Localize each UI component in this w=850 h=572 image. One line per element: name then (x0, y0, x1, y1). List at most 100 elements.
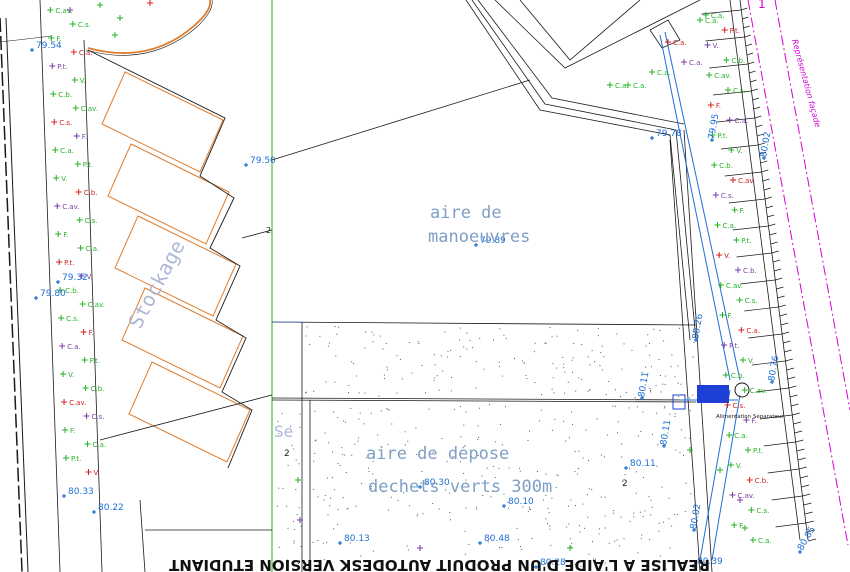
separator-unit (697, 385, 729, 403)
svg-text:P.t.: P.t. (64, 259, 74, 267)
svg-text:C.s.: C.s. (733, 87, 746, 95)
elevation-marker-icon (30, 48, 34, 52)
elevation-marker-icon (56, 280, 60, 284)
svg-text:C.s.: C.s. (92, 413, 105, 421)
svg-text:C.a.: C.a. (734, 432, 748, 440)
site-plan-drawing: C.av.C.s.F.C.a.P.t.V.C.b.C.av.C.s.F.C.a.… (0, 0, 850, 572)
elevation-label: 79.54 (36, 41, 62, 51)
svg-text:F.: F. (70, 427, 75, 435)
partial-label-2: 2 (284, 449, 290, 459)
svg-text:C.a.: C.a. (86, 245, 100, 253)
svg-text:C.av.: C.av. (750, 387, 767, 395)
depose-exponent: 2 (622, 479, 628, 489)
elevation-marker-icon (92, 510, 96, 514)
svg-text:C.a.: C.a. (758, 537, 772, 545)
svg-text:C.b.: C.b. (755, 477, 769, 485)
svg-text:C.av.: C.av. (88, 301, 105, 309)
elevation-label: 80.11 (637, 371, 651, 398)
red-number: 1 (758, 0, 766, 11)
svg-text:F.: F. (740, 207, 745, 215)
svg-text:V.: V. (736, 462, 742, 470)
svg-text:C.b.: C.b. (731, 372, 745, 380)
elevation-label: 79.78 (656, 129, 682, 139)
svg-text:C.a.: C.a. (689, 59, 703, 67)
svg-text:C.a.: C.a. (79, 49, 93, 57)
elevation-label: 80.33 (68, 487, 94, 497)
tree-arc (87, 0, 212, 54)
svg-text:C.a.: C.a. (615, 82, 629, 90)
svg-text:C.a.: C.a. (93, 441, 107, 449)
elevation-label: 80.02 (759, 131, 773, 158)
svg-text:C.b.: C.b. (65, 287, 79, 295)
svg-text:C.a.: C.a. (60, 147, 74, 155)
svg-text:V.: V. (713, 42, 719, 50)
elevation-marker-icon (650, 136, 654, 140)
svg-text:C.a.: C.a. (705, 17, 719, 25)
svg-text:C.av.: C.av. (62, 203, 79, 211)
svg-text:C.av.: C.av. (714, 72, 731, 80)
svg-text:C.b.: C.b. (58, 91, 72, 99)
elevation-label: 79.50 (250, 156, 276, 166)
svg-text:P.t.: P.t. (71, 455, 81, 463)
svg-text:P.t.: P.t. (730, 27, 740, 35)
elevation-marker-icon (502, 504, 506, 508)
svg-text:2: 2 (266, 226, 271, 235)
elevation-marker-icon (62, 494, 66, 498)
svg-text:C.s.: C.s. (745, 297, 758, 305)
svg-text:V.: V. (748, 357, 754, 365)
svg-text:V.: V. (68, 371, 74, 379)
depose-label-line1: aire de dépose (366, 444, 509, 464)
svg-text:C.b.: C.b. (84, 189, 98, 197)
elevation-label: 80.02 (689, 503, 703, 530)
alimentation-label: Alimentation Séparateur (716, 413, 784, 420)
svg-text:F.: F. (89, 329, 94, 337)
elevation-label: 80.11 (659, 419, 673, 446)
svg-text:P.t.: P.t. (741, 237, 751, 245)
svg-text:C.s.: C.s. (66, 315, 79, 323)
svg-text:P.t.: P.t. (83, 161, 93, 169)
svg-text:F.: F. (739, 522, 744, 530)
svg-text:C.b.: C.b. (731, 57, 745, 65)
svg-text:C.s.: C.s. (756, 507, 769, 515)
elevation-label: 80.13 (344, 534, 370, 544)
elevation-marker-icon (478, 541, 482, 545)
svg-text:C.a.: C.a. (673, 39, 687, 47)
svg-text:V.: V. (94, 469, 100, 477)
elevation-label: 80.22 (98, 503, 124, 513)
elevation-label: 79.80 (40, 289, 66, 299)
svg-text:P.t.: P.t. (57, 63, 67, 71)
elevation-label: 79.32 (62, 273, 88, 283)
svg-text:F.: F. (63, 231, 68, 239)
svg-text:C.a.: C.a. (735, 117, 749, 125)
drainage-network (659, 31, 741, 561)
elevation-marker-icon (34, 296, 38, 300)
svg-text:C.s.: C.s. (733, 402, 746, 410)
depose-label-line2: dechets verts 300m (368, 477, 552, 497)
svg-text:C.a.: C.a. (723, 222, 737, 230)
facade-line (747, 0, 850, 546)
elevation-label: 80.11 (630, 459, 656, 469)
autodesk-watermark: REALISE A L'AIDE D'UN PRODUIT AUTODESK V… (168, 556, 710, 572)
svg-text:C.s.: C.s. (59, 119, 72, 127)
svg-text:C.a.: C.a. (633, 82, 647, 90)
svg-text:C.a.: C.a. (746, 327, 760, 335)
svg-text:C.s.: C.s. (721, 192, 734, 200)
svg-text:C.s.: C.s. (78, 21, 91, 29)
elevation-label: 80.26 (691, 313, 705, 340)
svg-text:V.: V. (80, 77, 86, 85)
partial-label-se: Se (274, 422, 293, 441)
manoeuvre-label-line1: aire de (430, 203, 502, 223)
svg-text:C.av.: C.av. (738, 177, 755, 185)
elevation-label: 80.48 (484, 534, 510, 544)
svg-text:C.b.: C.b. (743, 267, 757, 275)
svg-text:F.: F. (728, 312, 733, 320)
svg-text:C.av.: C.av. (69, 399, 86, 407)
svg-text:V.: V. (736, 147, 742, 155)
svg-text:C.av.: C.av. (726, 282, 743, 290)
svg-text:C.b.: C.b. (719, 162, 733, 170)
svg-text:C.b.: C.b. (91, 385, 105, 393)
elevation-label: 80.10 (508, 497, 534, 507)
svg-text:C.a.: C.a. (67, 343, 81, 351)
svg-text:C.av.: C.av. (81, 105, 98, 113)
svg-text:P.t.: P.t. (729, 342, 739, 350)
